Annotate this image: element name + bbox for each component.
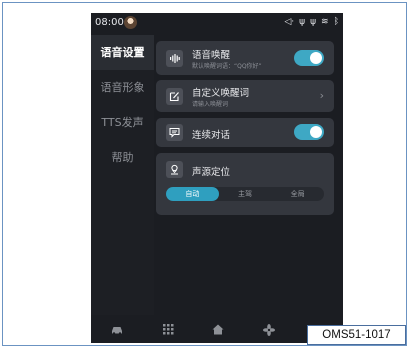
usb-icon: ψ bbox=[299, 17, 306, 27]
source-card: 声源定位 自动 主驾 全局 bbox=[156, 153, 334, 215]
custom-wake-card[interactable]: 自定义唤醒词 请输入唤醒词 › bbox=[156, 80, 334, 112]
wake-card: 语音唤醒 默认唤醒词语：“QQ你好” bbox=[156, 41, 334, 75]
bottom-dock: ⚙ bbox=[91, 319, 343, 343]
sidebar-item-tts[interactable]: TTS发声 bbox=[91, 105, 154, 140]
figure-caption: OMS51-1017 bbox=[307, 325, 406, 345]
status-time: 08:00 bbox=[95, 17, 124, 28]
source-title: 声源定位 bbox=[192, 167, 231, 178]
device-screen: 08:00 ◁· ψ ψ ≋ ᛒ 语音设置 语音形象 TTS发声 帮助 语音唤醒… bbox=[91, 13, 343, 343]
toggle-knob bbox=[310, 126, 322, 138]
home-icon[interactable] bbox=[212, 324, 224, 338]
wake-title: 语音唤醒 bbox=[192, 50, 231, 61]
sidebar-item-voice-avatar[interactable]: 语音形象 bbox=[91, 70, 154, 105]
wake-toggle[interactable] bbox=[294, 50, 324, 66]
status-icons: ◁· ψ ψ ≋ ᛒ bbox=[284, 17, 339, 27]
chevron-right-icon: › bbox=[319, 89, 324, 102]
fan-icon[interactable] bbox=[262, 323, 275, 339]
status-bar: 08:00 ◁· ψ ψ ≋ ᛒ bbox=[91, 13, 343, 33]
source-option-driver[interactable]: 主驾 bbox=[219, 187, 272, 201]
avatar[interactable] bbox=[124, 16, 137, 29]
source-segmented-control: 自动 主驾 全局 bbox=[166, 187, 324, 201]
apps-grid-icon[interactable] bbox=[162, 324, 174, 338]
wifi-icon: ≋ bbox=[321, 17, 329, 27]
car-icon[interactable] bbox=[110, 324, 124, 338]
source-option-global[interactable]: 全局 bbox=[271, 187, 324, 201]
settings-sidebar: 语音设置 语音形象 TTS发声 帮助 bbox=[91, 35, 154, 315]
sidebar-item-help[interactable]: 帮助 bbox=[91, 140, 154, 175]
wake-subtitle: 默认唤醒词语：“QQ你好” bbox=[192, 63, 262, 70]
sidebar-item-voice-settings[interactable]: 语音设置 bbox=[91, 35, 154, 70]
continuous-card: 连续对话 bbox=[156, 118, 334, 147]
continuous-title: 连续对话 bbox=[192, 130, 231, 141]
custom-wake-title: 自定义唤醒词 bbox=[192, 88, 250, 99]
waveform-icon bbox=[166, 50, 183, 67]
custom-wake-subtitle: 请输入唤醒词 bbox=[192, 101, 229, 108]
continuous-toggle[interactable] bbox=[294, 124, 324, 140]
chat-icon bbox=[166, 124, 183, 141]
source-option-auto[interactable]: 自动 bbox=[166, 187, 219, 201]
usb-icon-2: ψ bbox=[310, 17, 317, 27]
edit-icon bbox=[166, 88, 183, 105]
toggle-knob bbox=[310, 52, 322, 64]
bluetooth-icon: ᛒ bbox=[333, 17, 339, 27]
location-pin-icon bbox=[166, 161, 183, 178]
audio-out-icon: ◁· bbox=[284, 17, 295, 27]
